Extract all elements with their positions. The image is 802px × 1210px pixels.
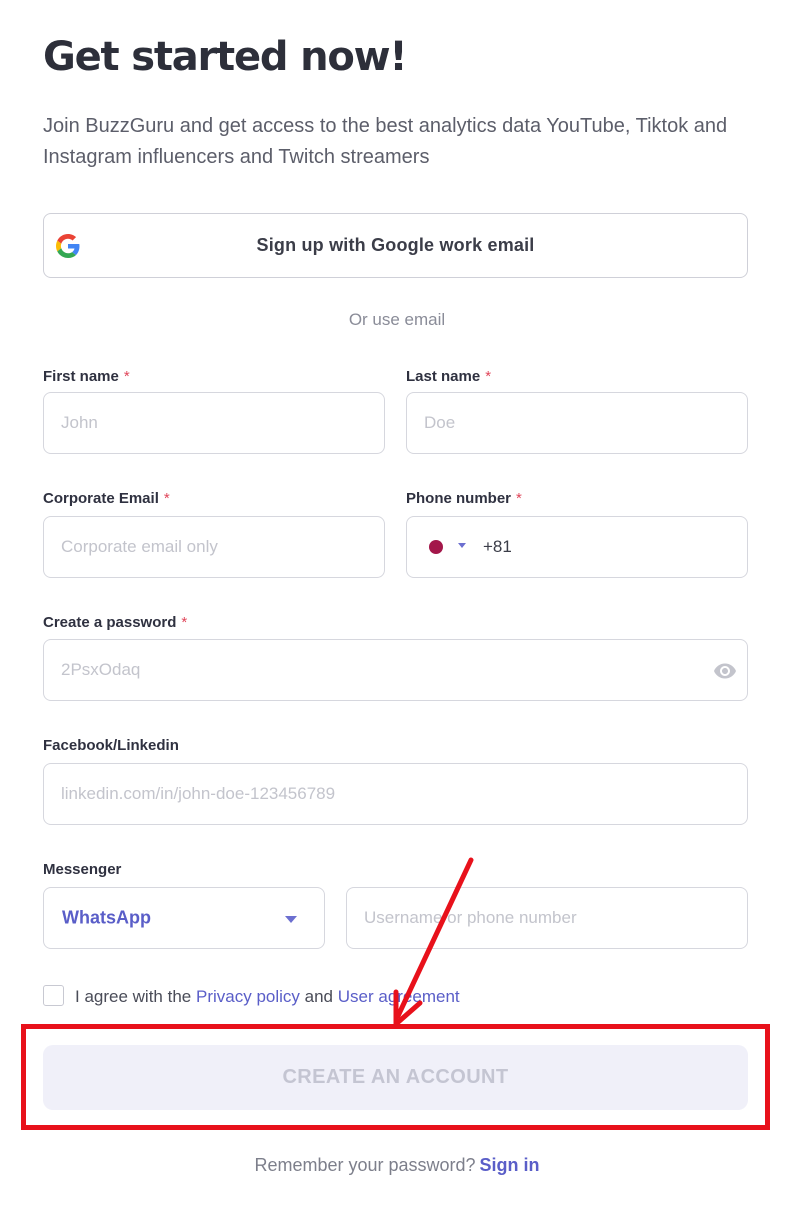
google-signup-button[interactable]: Sign up with Google work email: [43, 213, 748, 278]
sign-in-link[interactable]: Sign in: [480, 1155, 540, 1175]
page-title: Get started now!: [43, 34, 408, 80]
email-input[interactable]: Corporate email only: [43, 516, 385, 578]
email-placeholder: Corporate email only: [61, 537, 218, 556]
divider-text: Or use email: [348, 310, 446, 329]
email-label: Corporate Email *: [43, 490, 170, 507]
phone-label: Phone number *: [406, 490, 522, 507]
messenger-label: Messenger: [43, 861, 122, 878]
last-name-placeholder: Doe: [424, 413, 456, 432]
required-mark: *: [181, 614, 188, 631]
social-label: Facebook/Linkedin: [43, 737, 179, 754]
last-name-input[interactable]: Doe: [406, 392, 748, 454]
password-input[interactable]: 2PsxOdaq: [43, 639, 748, 701]
last-name-label: Last name *: [406, 368, 492, 385]
required-mark: *: [163, 490, 170, 507]
password-placeholder: 2PsxOdaq: [61, 660, 141, 679]
first-name-input[interactable]: John: [43, 392, 385, 454]
social-input[interactable]: linkedin.com/in/john-doe-123456789: [43, 763, 748, 825]
agree-checkbox[interactable]: [43, 985, 64, 1006]
google-icon: [56, 234, 80, 258]
required-mark: *: [485, 368, 492, 385]
first-name-label: First name *: [43, 368, 130, 385]
messenger-username-placeholder: Username or phone number: [364, 908, 577, 927]
privacy-policy-link[interactable]: Privacy policy: [196, 987, 300, 1006]
eye-icon[interactable]: [713, 659, 737, 683]
messenger-select[interactable]: WhatsApp: [43, 887, 325, 949]
page-subtitle: Join BuzzGuru and get access to the best…: [43, 115, 728, 168]
first-name-placeholder: John: [61, 413, 98, 432]
country-dropdown-icon[interactable]: [458, 543, 466, 548]
phone-input[interactable]: +81: [406, 516, 748, 578]
footer-signin: Remember your password? Sign in: [254, 1155, 540, 1175]
required-mark: *: [516, 490, 522, 507]
highlight-annotation: [21, 1024, 770, 1130]
chevron-down-icon: [285, 916, 297, 923]
messenger-selected: WhatsApp: [62, 907, 151, 928]
phone-code: +81: [483, 537, 512, 556]
password-label: Create a password *: [43, 614, 188, 631]
messenger-username-input[interactable]: Username or phone number: [346, 887, 748, 949]
required-mark: *: [123, 368, 130, 385]
user-agreement-link[interactable]: User agreement: [338, 987, 460, 1006]
agreement-text: I agree with the Privacy policy and User…: [75, 987, 460, 1006]
japan-flag-icon[interactable]: [429, 540, 443, 554]
google-signup-label: Sign up with Google work email: [256, 235, 535, 255]
social-placeholder: linkedin.com/in/john-doe-123456789: [61, 784, 336, 803]
